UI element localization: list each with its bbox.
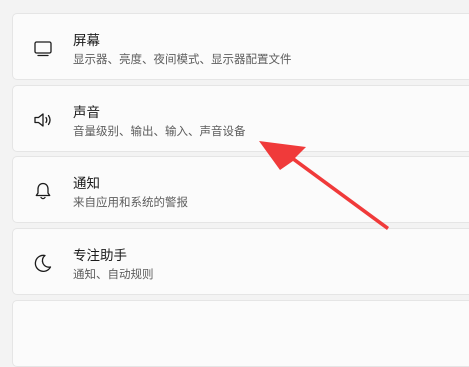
settings-item-notifications[interactable]: 通知 来自应用和系统的警报 [12, 156, 469, 223]
settings-item-title: 专注助手 [73, 248, 127, 264]
settings-item-description: 来自应用和系统的警报 [73, 195, 188, 209]
monitor-icon [32, 37, 54, 59]
speaker-icon [32, 109, 54, 131]
settings-item-description: 通知、自动规则 [73, 267, 154, 281]
settings-item-description: 显示器、亮度、夜间模式、显示器配置文件 [73, 52, 292, 66]
settings-item-title: 通知 [73, 176, 100, 192]
settings-item-display[interactable]: 屏幕 显示器、亮度、夜间模式、显示器配置文件 [12, 13, 469, 80]
settings-item-focus-assist[interactable]: 专注助手 通知、自动规则 [12, 228, 469, 295]
settings-item-partial[interactable] [12, 300, 469, 367]
settings-item-title: 屏幕 [73, 33, 100, 49]
settings-item-sound[interactable]: 声音 音量级别、输出、输入、声音设备 [12, 85, 469, 152]
settings-list: 屏幕 显示器、亮度、夜间模式、显示器配置文件 声音 音量级别、输出、输入、声音设… [12, 0, 469, 367]
bell-icon [32, 180, 54, 202]
settings-item-description: 音量级别、输出、输入、声音设备 [73, 124, 246, 138]
moon-icon [32, 252, 54, 274]
settings-item-title: 声音 [73, 105, 100, 121]
